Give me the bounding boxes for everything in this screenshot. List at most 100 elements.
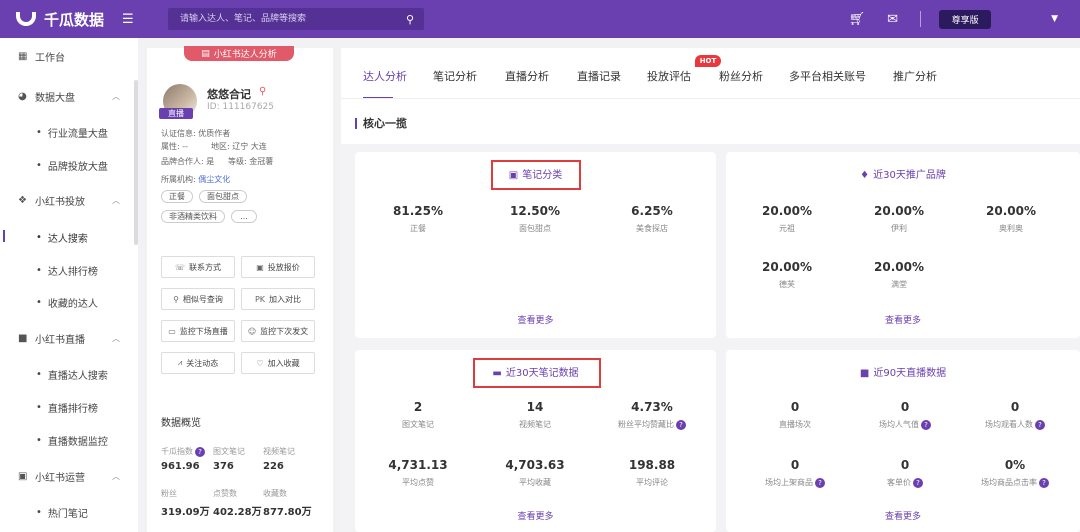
metric-label: 正餐 — [410, 224, 426, 233]
button-label: 监控下场直播 — [179, 326, 228, 336]
metric-label: 客单价? — [850, 477, 960, 488]
more-tags-button[interactable]: ... — [231, 210, 257, 223]
button-label: 监控下次发文 — [260, 326, 309, 336]
sidebar-group-xhs-ops[interactable]: ▣ 小红书运营 ︿ — [0, 462, 134, 490]
menu-toggle-icon[interactable]: ☰ — [122, 12, 134, 27]
sidebar-item-brand-ads[interactable]: • 品牌投放大盘 — [0, 151, 134, 179]
sidebar-item-favorites[interactable]: • 收藏的达人 — [0, 288, 134, 316]
metric-label: 满堂 — [891, 280, 907, 289]
similar-search-button[interactable]: ⚲ 相似号查询 — [161, 288, 235, 310]
pk-icon: PK — [254, 294, 266, 304]
pill-label: 小红书达人分析 — [213, 50, 277, 60]
category-tag[interactable]: 正餐 — [161, 190, 193, 203]
help-icon[interactable]: ? — [1035, 420, 1045, 430]
search-icon[interactable]: ⚲ — [396, 8, 424, 30]
help-icon[interactable]: ? — [195, 447, 205, 457]
plan-badge[interactable]: 尊享版 — [939, 9, 992, 29]
sidebar-scrollbar[interactable] — [134, 80, 138, 245]
metric-value: 20.00% — [762, 260, 812, 274]
overview-value: 961.96 — [161, 461, 200, 472]
card-title-text: 近90天直播数据 — [873, 368, 947, 379]
sidebar-group-label: 小红书投放 — [35, 196, 85, 208]
org-link[interactable]: 偶尘文化 — [198, 175, 230, 184]
add-favorite-button[interactable]: ♡ 加入收藏 — [241, 352, 315, 374]
sidebar-group-label: 数据大盘 — [35, 92, 75, 104]
card-title-text: 近30天推广品牌 — [873, 170, 946, 181]
sidebar-item-label: 达人排行榜 — [47, 266, 98, 278]
metric-label-text: 场均人气值 — [879, 420, 919, 429]
overview-label: 视频笔记 — [263, 447, 295, 456]
sidebar-group-workbench[interactable]: ▦ 工作台 — [0, 42, 134, 70]
tab-fan-analysis[interactable]: 粉丝分析 — [719, 68, 763, 84]
brand-partner-info: 品牌合作人: 是 — [161, 157, 215, 166]
follow-updates-button[interactable]: ⩘ 关注动态 — [161, 352, 235, 374]
metric-label-text: 粉丝平均赞藏比 — [618, 420, 674, 429]
pie-icon: ◕ — [18, 90, 27, 102]
tab-live-analysis[interactable]: 直播分析 — [505, 68, 549, 84]
sidebar-group-xhs-ads[interactable]: ❖ 小红书投放 ︿ — [0, 186, 134, 214]
overview-value: 319.09万 — [161, 507, 210, 518]
monitor-icon: ▭ — [168, 326, 176, 336]
view-more-link[interactable]: 查看更多 — [355, 313, 716, 326]
search-input[interactable] — [168, 8, 396, 30]
bullet-icon: • — [36, 401, 42, 413]
monitor-post-button[interactable]: ☺ 监控下次发文 — [241, 320, 315, 342]
diamond-icon: ♦ — [860, 170, 870, 181]
metric-label: 平均点赞 — [402, 478, 434, 487]
sidebar-item-kol-ranking[interactable]: • 达人排行榜 — [0, 256, 134, 284]
help-icon[interactable]: ? — [815, 478, 825, 488]
metric-label-text: 场均观看人数 — [985, 420, 1033, 429]
note-icon: ▤ — [201, 48, 210, 59]
tab-kol-analysis[interactable]: 达人分析 — [363, 68, 407, 84]
ad-price-button[interactable]: ▣ 投放报价 — [241, 256, 315, 278]
contact-button[interactable]: ☏ 联系方式 — [161, 256, 235, 278]
help-icon[interactable]: ? — [921, 420, 931, 430]
metric: 6.25% 美食探店 — [597, 204, 707, 234]
metric: 20.00% 德芙 — [732, 260, 842, 290]
cart-icon[interactable]: 🛒︎ — [849, 12, 866, 27]
metric-value: 4,703.63 — [505, 458, 565, 472]
view-more-link[interactable]: 查看更多 — [726, 313, 1080, 326]
tab-live-records[interactable]: 直播记录 — [577, 68, 621, 84]
category-tag[interactable]: 非酒精类饮料 — [161, 210, 225, 223]
category-tag[interactable]: 面包甜点 — [199, 190, 247, 203]
sidebar-group-xhs-live[interactable]: ■ 小红书直播 ︿ — [0, 324, 134, 352]
account-dropdown-icon[interactable]: ▼ — [1051, 14, 1058, 24]
bullet-icon: • — [36, 126, 42, 138]
mail-icon[interactable]: ✉ — [887, 12, 898, 27]
sidebar-group-label: 工作台 — [35, 52, 65, 64]
view-more-link[interactable]: 查看更多 — [726, 509, 1080, 522]
tab-note-analysis[interactable]: 笔记分析 — [433, 68, 477, 84]
sidebar-item-live-kol-search[interactable]: • 直播达人搜索 — [0, 360, 134, 388]
add-compare-button[interactable]: PK 加入对比 — [241, 288, 315, 310]
sidebar-item-live-ranking[interactable]: • 直播排行榜 — [0, 393, 134, 421]
metric-value: 20.00% — [986, 204, 1036, 218]
sidebar-item-hot-notes[interactable]: • 热门笔记 — [0, 498, 134, 526]
tab-multi-platform[interactable]: 多平台相关账号 — [789, 68, 866, 84]
metric-label-text: 场均商品点击率 — [981, 478, 1037, 487]
search-icon: ⚲ — [173, 294, 179, 304]
overview-value: 376 — [213, 461, 234, 472]
card-title-text: 近30天笔记数据 — [505, 368, 579, 379]
monitor-live-button[interactable]: ▭ 监控下场直播 — [161, 320, 235, 342]
view-more-link[interactable]: 查看更多 — [355, 509, 716, 522]
sidebar-item-industry-traffic[interactable]: • 行业流量大盘 — [0, 118, 134, 146]
sidebar-item-kol-search[interactable]: • 达人搜索 — [0, 223, 134, 251]
sidebar-item-live-monitor[interactable]: • 直播数据监控 — [0, 426, 134, 454]
app-logo[interactable]: 千瓜数据 — [16, 9, 104, 30]
note-category-card: ▣ 笔记分类 81.25% 正餐 12.50% 面包甜点 6.25% 美食探店 查看更多 — [355, 152, 716, 338]
metric: 0 客单价? — [850, 458, 960, 488]
hot-badge: HOT — [695, 55, 721, 67]
region-info: 地区: 辽宁 大连 — [211, 142, 267, 151]
tab-ad-evaluation[interactable]: 投放评估 — [647, 68, 691, 84]
metric-label: 视频笔记 — [519, 420, 551, 429]
help-icon[interactable]: ? — [676, 420, 686, 430]
sidebar-group-data-market[interactable]: ◕ 数据大盘 ︿ — [0, 82, 134, 110]
chat-icon: ▣ — [18, 470, 28, 482]
help-icon[interactable]: ? — [1039, 478, 1049, 488]
bullet-icon: • — [36, 368, 42, 380]
help-icon[interactable]: ? — [913, 478, 923, 488]
tab-promotion-analysis[interactable]: 推广分析 — [893, 68, 937, 84]
location-pin-icon: ⚲ — [259, 86, 267, 97]
chevron-up-icon: ︿ — [112, 91, 120, 101]
